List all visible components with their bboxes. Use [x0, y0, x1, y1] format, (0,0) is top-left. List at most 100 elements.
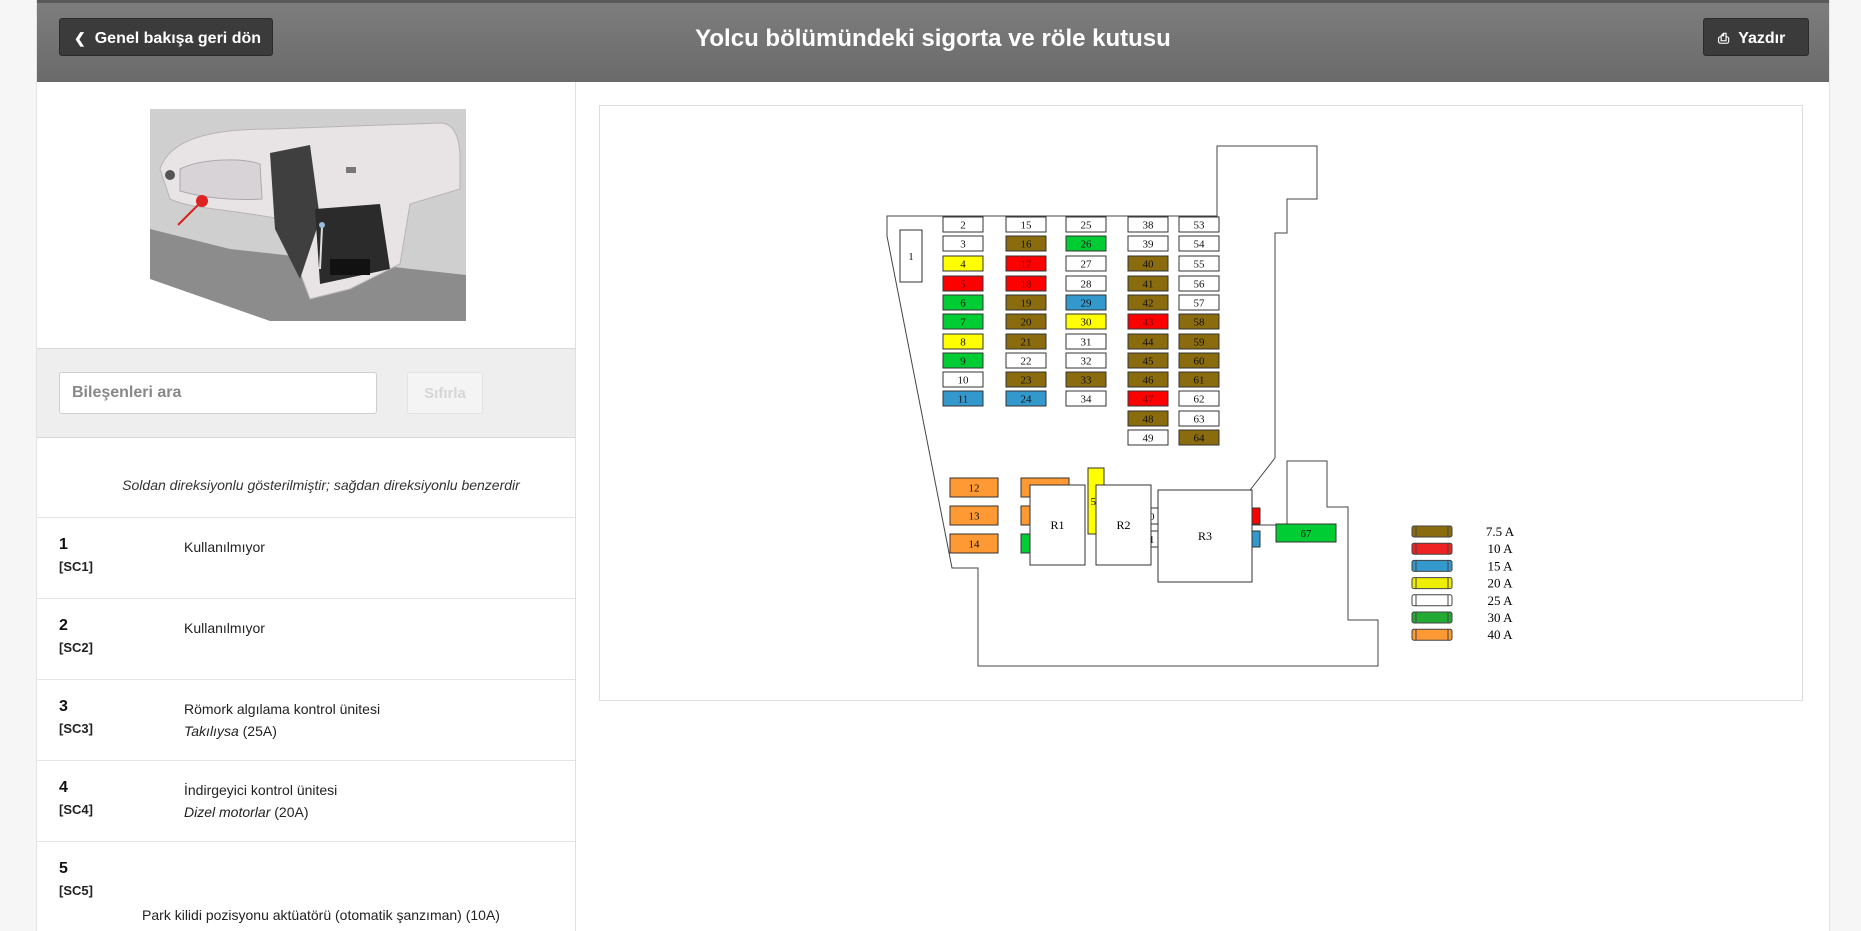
list-item[interactable]: 5 [SC5] Park kilidi pozisyonu aktüatörü … — [37, 841, 575, 923]
fuse-label: 12 — [969, 483, 980, 495]
fuse-30[interactable]: 30 — [1065, 313, 1107, 330]
fuse-label: 59 — [1194, 337, 1206, 349]
fuse-9[interactable]: 9 — [942, 352, 984, 369]
fuse-38[interactable]: 38 — [1127, 216, 1169, 233]
fuse-21[interactable]: 21 — [1005, 333, 1047, 350]
legend-swatch — [1411, 611, 1453, 624]
fuse-20[interactable]: 20 — [1005, 313, 1047, 330]
fuse-59[interactable]: 59 — [1178, 333, 1220, 350]
fuse-22[interactable]: 22 — [1005, 352, 1047, 369]
search-components-input[interactable] — [59, 372, 377, 414]
fuse-13[interactable]: 13 — [949, 505, 999, 526]
fuse-label: 15 — [1021, 220, 1033, 232]
legend-label: 10 A — [1488, 541, 1514, 556]
fuse-label: 57 — [1194, 298, 1206, 310]
legend-item: 20 A — [1411, 576, 1514, 591]
fuse-4[interactable]: 4 — [942, 255, 984, 272]
fuse-7[interactable]: 7 — [942, 313, 984, 330]
fuse-label: 58 — [1194, 317, 1206, 329]
fuse-25[interactable]: 25 — [1065, 216, 1107, 233]
relay-r1[interactable]: R1 — [1029, 484, 1086, 566]
fuse-3[interactable]: 3 — [942, 235, 984, 252]
fuse-10[interactable]: 10 — [942, 371, 984, 388]
fuse-24[interactable]: 24 — [1005, 390, 1047, 407]
fuse-14[interactable]: 14 — [949, 533, 999, 554]
fuse-56[interactable]: 56 — [1178, 275, 1220, 292]
legend-label: 30 A — [1488, 610, 1514, 625]
fuse-23[interactable]: 23 — [1005, 371, 1047, 388]
fuse-63[interactable]: 63 — [1178, 410, 1220, 427]
fuse-detail: Dizel motorlar (20A) — [184, 804, 308, 820]
fuse-18[interactable]: 18 — [1005, 275, 1047, 292]
fuse-58[interactable]: 58 — [1178, 313, 1220, 330]
list-item[interactable]: 3 [SC3] Römork algılama kontrol ünitesi … — [37, 679, 575, 760]
fuse-34[interactable]: 34 — [1065, 390, 1107, 407]
fuse-label: 38 — [1143, 220, 1155, 232]
fuse-6[interactable]: 6 — [942, 294, 984, 311]
fuse-53[interactable]: 53 — [1178, 216, 1220, 233]
relay-label: R2 — [1116, 518, 1130, 532]
fuse-19[interactable]: 19 — [1005, 294, 1047, 311]
fuse-61[interactable]: 61 — [1178, 371, 1220, 388]
fuse-49[interactable]: 49 — [1127, 429, 1169, 446]
fuse-32[interactable]: 32 — [1065, 352, 1107, 369]
fuse-40[interactable]: 40 — [1127, 255, 1169, 272]
fuse-label: 11 — [958, 394, 969, 406]
reset-button[interactable]: Sıfırla — [407, 372, 483, 414]
fuse-label: 27 — [1081, 259, 1093, 271]
fuse-57[interactable]: 57 — [1178, 294, 1220, 311]
legend-item: 40 A — [1411, 627, 1513, 642]
fuse-11[interactable]: 11 — [942, 390, 984, 407]
fuse-28[interactable]: 28 — [1065, 275, 1107, 292]
relay-r3[interactable]: R3 — [1157, 489, 1253, 583]
fuse-2[interactable]: 2 — [942, 216, 984, 233]
fuse-33[interactable]: 33 — [1065, 371, 1107, 388]
legend-label: 7.5 A — [1486, 524, 1515, 539]
fuse-27[interactable]: 27 — [1065, 255, 1107, 272]
legend-item: 30 A — [1411, 610, 1514, 625]
legend-label: 20 A — [1488, 576, 1514, 591]
fuse-64[interactable]: 64 — [1178, 429, 1220, 446]
fuse-15[interactable]: 15 — [1005, 216, 1047, 233]
fuse-46[interactable]: 46 — [1127, 371, 1169, 388]
fuse-47[interactable]: 47 — [1127, 390, 1169, 407]
list-item[interactable]: 2 [SC2] Kullanılmıyor — [37, 598, 575, 679]
fuse-8[interactable]: 8 — [942, 333, 984, 350]
fuse-26[interactable]: 26 — [1065, 235, 1107, 252]
fuse-1[interactable]: 1 — [899, 229, 923, 283]
fuse-amperage: (25A) — [238, 723, 277, 739]
fuse-number: 5 — [59, 860, 68, 877]
relay-r2[interactable]: R2 — [1095, 484, 1152, 566]
list-item[interactable]: 1 [SC1] Kullanılmıyor — [37, 517, 575, 598]
legend-swatch — [1411, 525, 1453, 538]
fuse-17[interactable]: 17 — [1005, 255, 1047, 272]
fuse-39[interactable]: 39 — [1127, 235, 1169, 252]
fuse-42[interactable]: 42 — [1127, 294, 1169, 311]
fuse-12[interactable]: 12 — [949, 477, 999, 498]
fuse-31[interactable]: 31 — [1065, 333, 1107, 350]
fuse-label: 43 — [1143, 317, 1155, 329]
print-button[interactable]: ⎙ Yazdır — [1703, 18, 1809, 56]
fuse-label: 1 — [908, 251, 914, 263]
fuse-67[interactable]: 67 — [1275, 523, 1337, 543]
fuse-16[interactable]: 16 — [1005, 235, 1047, 252]
fuse-label: 64 — [1194, 433, 1206, 445]
fuse-code: [SC5] — [59, 883, 93, 898]
fuse-48[interactable]: 48 — [1127, 410, 1169, 427]
relay-label: R1 — [1050, 518, 1064, 532]
fuse-62[interactable]: 62 — [1178, 390, 1220, 407]
fuse-43[interactable]: 43 — [1127, 313, 1169, 330]
legend-swatch — [1411, 628, 1453, 641]
location-illustration — [37, 82, 575, 348]
fuse-29[interactable]: 29 — [1065, 294, 1107, 311]
fuse-41[interactable]: 41 — [1127, 275, 1169, 292]
fuse-55[interactable]: 55 — [1178, 255, 1220, 272]
fuse-label: 28 — [1081, 279, 1093, 291]
fuse-44[interactable]: 44 — [1127, 333, 1169, 350]
fuse-label: 30 — [1081, 317, 1093, 329]
fuse-60[interactable]: 60 — [1178, 352, 1220, 369]
fuse-5[interactable]: 5 — [942, 275, 984, 292]
list-item[interactable]: 4 [SC4] İndirgeyici kontrol ünitesi Dize… — [37, 760, 575, 841]
fuse-45[interactable]: 45 — [1127, 352, 1169, 369]
fuse-54[interactable]: 54 — [1178, 235, 1220, 252]
